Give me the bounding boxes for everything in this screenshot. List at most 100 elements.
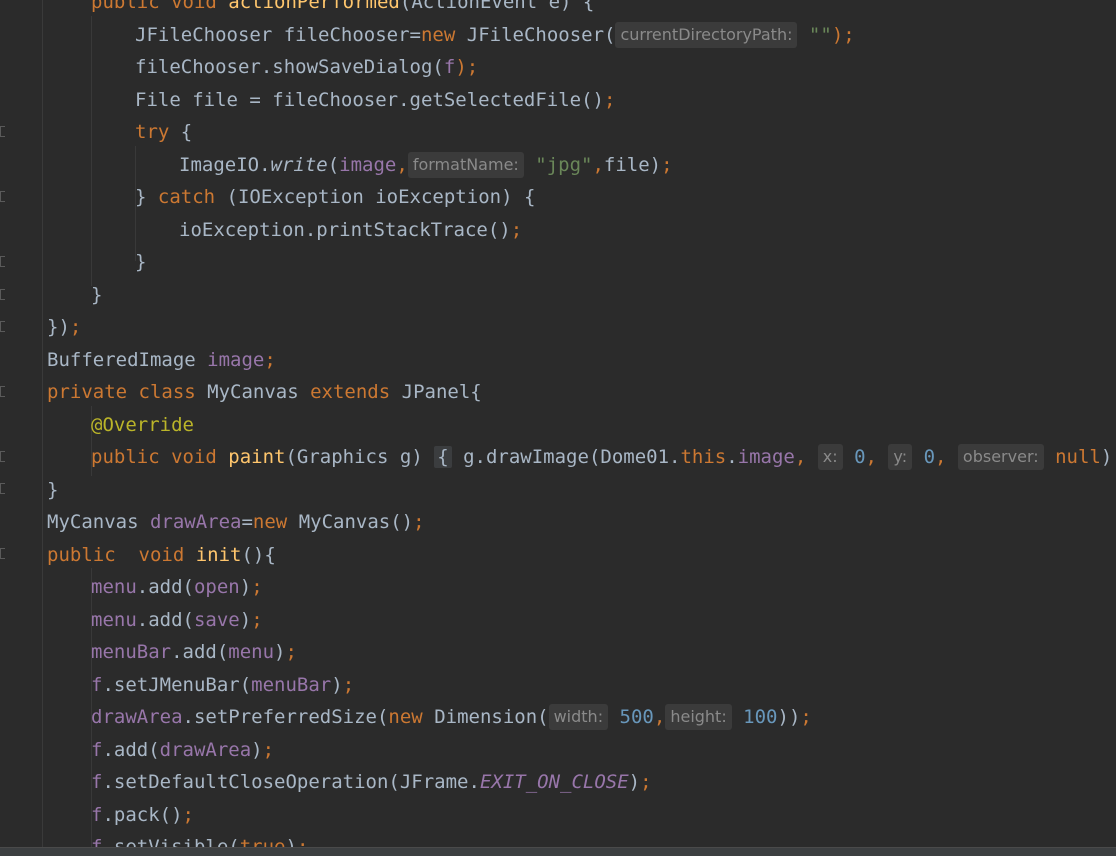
fold-marker-icon[interactable] xyxy=(0,191,5,202)
code-token: public void xyxy=(91,446,229,468)
code-line: BufferedImage image; xyxy=(47,344,276,376)
code-token: menuBar xyxy=(251,674,332,696)
fold-marker-icon[interactable] xyxy=(0,256,5,267)
code-line: menu.add(save); xyxy=(91,604,263,636)
code-token: ( xyxy=(327,154,340,176)
code-token: drawArea xyxy=(91,706,183,728)
code-token: } xyxy=(135,186,158,208)
code-line: public void paint(Graphics g) { g.drawIm… xyxy=(91,441,1116,473)
code-line: ioException.printStackTrace(); xyxy=(179,214,522,246)
code-token: true xyxy=(239,836,286,847)
code-line: menu.add(open); xyxy=(91,571,263,603)
fold-marker-icon[interactable] xyxy=(0,321,5,332)
parameter-hint: width: xyxy=(548,704,609,730)
code-token: Dimension( xyxy=(422,706,549,728)
parameter-hint: x: xyxy=(817,444,843,470)
code-token: 0 xyxy=(923,446,936,468)
code-token: .setVisible( xyxy=(102,836,240,847)
code-token: f xyxy=(443,56,456,78)
code-token: private class xyxy=(47,381,208,403)
code-token: drawArea xyxy=(159,739,252,761)
code-token: ; xyxy=(296,836,309,847)
code-token: .pack() xyxy=(102,804,183,826)
code-token: .setJMenuBar( xyxy=(102,674,252,696)
code-token: ImageIO. xyxy=(179,154,271,176)
fold-marker-icon[interactable] xyxy=(0,483,5,494)
code-token: "jpg" xyxy=(535,154,593,176)
code-token: ; xyxy=(69,316,82,338)
code-token: , xyxy=(396,154,408,176)
code-token: write xyxy=(270,154,328,176)
code-token: paint xyxy=(228,446,286,468)
code-line: try { xyxy=(135,116,192,148)
code-token: init xyxy=(195,544,242,566)
code-token: ; xyxy=(413,511,425,533)
code-line: @Override xyxy=(91,409,194,441)
code-token: ; xyxy=(182,804,194,826)
code-token: f xyxy=(91,674,103,696)
code-token: , xyxy=(794,446,818,468)
code-token: new xyxy=(252,511,288,533)
code-token: new xyxy=(420,24,456,46)
code-token: ; xyxy=(800,706,812,728)
code-line: menuBar.add(menu); xyxy=(91,636,297,668)
code-token: (){ xyxy=(241,544,276,566)
fold-marker-icon[interactable] xyxy=(0,548,5,559)
code-token: .add( xyxy=(102,739,160,761)
code-token: image xyxy=(207,349,265,371)
code-token: 0 xyxy=(854,446,866,468)
code-token: (ActionEvent e) { xyxy=(399,0,595,13)
code-token: MyCanvas() xyxy=(287,511,414,533)
code-token: JPanel{ xyxy=(401,381,482,403)
indent-guide xyxy=(91,16,92,286)
code-line: } xyxy=(91,279,102,311)
fold-marker-icon[interactable] xyxy=(0,451,5,462)
code-token: this xyxy=(680,446,727,468)
code-token: } xyxy=(135,251,147,273)
code-token: ; xyxy=(640,771,652,793)
code-token: MyCanvas xyxy=(47,511,150,533)
code-line: f.pack(); xyxy=(91,799,194,831)
code-line: f.add(drawArea); xyxy=(91,734,274,766)
code-editor[interactable]: public void actionPerformed(ActionEvent … xyxy=(0,0,1116,847)
code-token: ); xyxy=(455,56,479,78)
code-line: f.setJMenuBar(menuBar); xyxy=(91,669,354,701)
code-line: }); xyxy=(47,311,81,343)
code-token: , xyxy=(935,446,958,468)
code-token: }) xyxy=(47,316,70,338)
code-line: MyCanvas drawArea=new MyCanvas(); xyxy=(47,506,425,538)
fold-marker-icon[interactable] xyxy=(0,386,5,397)
code-token: menuBar xyxy=(91,641,172,663)
code-token: ) xyxy=(331,674,343,696)
code-line: } xyxy=(47,474,58,506)
code-line: public void init(){ xyxy=(47,539,276,571)
code-token: File file = fileChooser.getSelectedFile(… xyxy=(135,89,604,111)
code-token: ; xyxy=(604,89,616,111)
code-token: , xyxy=(653,706,666,728)
fold-marker-icon[interactable] xyxy=(0,126,5,137)
code-token: image xyxy=(737,446,795,468)
code-token: ) xyxy=(285,836,297,847)
code-token: ; xyxy=(661,154,673,176)
fold-marker-icon[interactable] xyxy=(0,289,5,300)
code-token: 500 xyxy=(619,706,654,728)
code-token: "" xyxy=(808,24,832,46)
code-line: ImageIO.write(image, formatName: "jpg",fi… xyxy=(179,149,673,181)
folded-brace[interactable]: { xyxy=(434,446,452,468)
code-token: ; xyxy=(262,739,275,761)
code-token: . xyxy=(726,446,738,468)
code-token: (Graphics g) xyxy=(285,446,423,468)
parameter-hint: y: xyxy=(888,444,913,470)
code-token: .add( xyxy=(171,641,229,663)
code-token: f xyxy=(91,804,103,826)
parameter-hint: observer: xyxy=(957,444,1044,470)
code-line: } catch (IOException ioException) { xyxy=(135,181,535,213)
code-token: ) xyxy=(251,739,263,761)
code-token: MyCanvas xyxy=(207,381,311,403)
code-token: public void xyxy=(47,544,196,566)
parameter-hint: formatName: xyxy=(407,152,524,178)
code-token: try xyxy=(135,121,170,143)
code-token: ; xyxy=(510,219,523,241)
code-token: ; xyxy=(251,609,263,631)
code-token: ); xyxy=(831,24,855,46)
